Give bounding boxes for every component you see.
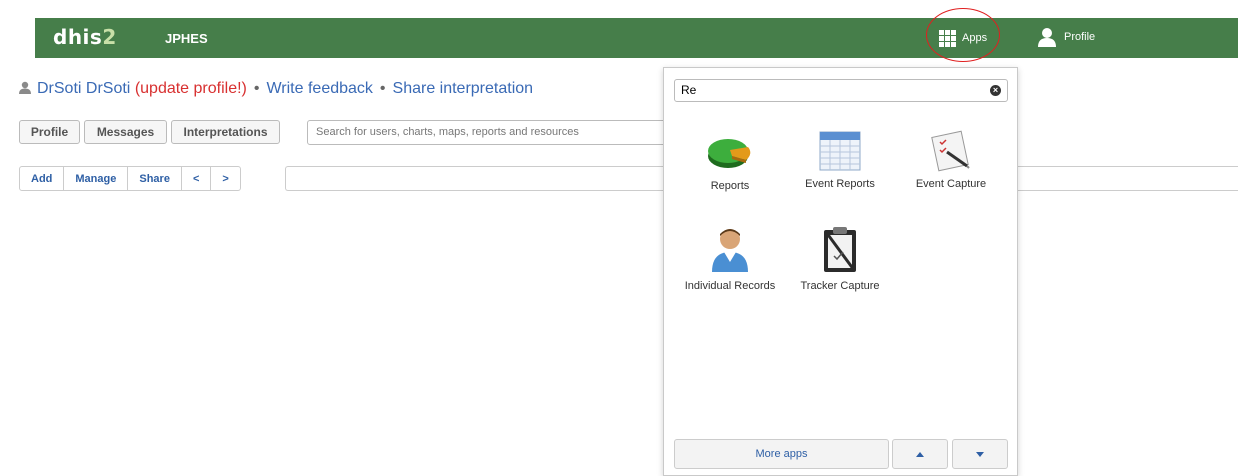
scroll-down-button[interactable]	[952, 439, 1008, 469]
messages-button[interactable]: Messages	[84, 120, 167, 144]
logo-text: dhis	[53, 25, 103, 49]
app-filter-value: Re	[681, 83, 697, 97]
apps-menu: Re × Reports Event Reports Event Capture…	[663, 67, 1018, 476]
person-icon	[19, 81, 31, 94]
caret-down-icon	[976, 451, 984, 457]
update-profile-link[interactable]: (update profile!)	[135, 80, 247, 97]
instance-title: JPHES	[165, 31, 208, 46]
search-input[interactable]: Search for users, charts, maps, reports …	[307, 120, 677, 145]
clipboard-icon	[824, 227, 856, 272]
apps-button[interactable]: Apps	[939, 27, 987, 49]
dhis2-logo[interactable]: dhis2	[53, 25, 117, 49]
scroll-up-button[interactable]	[892, 439, 948, 469]
user-info-line: DrSoti DrSoti (update profile!) • Write fe…	[19, 80, 533, 98]
table-icon	[819, 131, 861, 171]
logo-digit: 2	[102, 25, 117, 49]
app-event-reports[interactable]: Event Reports	[785, 130, 895, 190]
manage-button[interactable]: Manage	[64, 167, 129, 190]
top-bar: dhis2 JPHES Apps Profile	[35, 18, 1238, 58]
caret-up-icon	[916, 451, 924, 457]
apps-label: Apps	[962, 32, 988, 44]
apps-grid-icon	[939, 29, 956, 47]
app-reports[interactable]: Reports	[675, 130, 785, 192]
more-apps-button[interactable]: More apps	[674, 439, 889, 469]
share-interpretation-link[interactable]: Share interpretation	[393, 80, 534, 97]
profile-menu-button[interactable]: Profile	[1038, 25, 1095, 49]
separator: •	[379, 80, 386, 97]
app-tracker-capture[interactable]: Tracker Capture	[785, 226, 895, 292]
pie-chart-icon	[708, 139, 751, 168]
app-label: Tracker Capture	[800, 280, 880, 292]
app-label: Event Reports	[805, 178, 875, 190]
write-feedback-link[interactable]: Write feedback	[266, 80, 372, 97]
checklist-pen-icon	[931, 130, 970, 172]
app-filter-input[interactable]: Re ×	[674, 79, 1008, 102]
dashboard-toolbar: Add Manage Share < >	[19, 166, 241, 191]
x-circle-icon[interactable]: ×	[990, 85, 1001, 96]
app-label: Individual Records	[684, 280, 776, 292]
person-icon	[712, 229, 748, 272]
interpretations-button[interactable]: Interpretations	[171, 120, 280, 144]
profile-button[interactable]: Profile	[19, 120, 80, 144]
previous-button[interactable]: <	[182, 167, 212, 190]
app-individual-records[interactable]: Individual Records	[675, 226, 785, 292]
user-name-link[interactable]: DrSoti DrSoti	[37, 80, 130, 97]
user-icon	[1038, 28, 1056, 47]
share-button[interactable]: Share	[128, 167, 182, 190]
profile-label: Profile	[1064, 31, 1096, 43]
separator: •	[253, 80, 260, 97]
app-label: Event Capture	[915, 178, 987, 190]
add-button[interactable]: Add	[20, 167, 65, 190]
app-label: Reports	[710, 180, 750, 192]
app-event-capture[interactable]: Event Capture	[896, 130, 1006, 190]
next-button[interactable]: >	[211, 167, 239, 190]
